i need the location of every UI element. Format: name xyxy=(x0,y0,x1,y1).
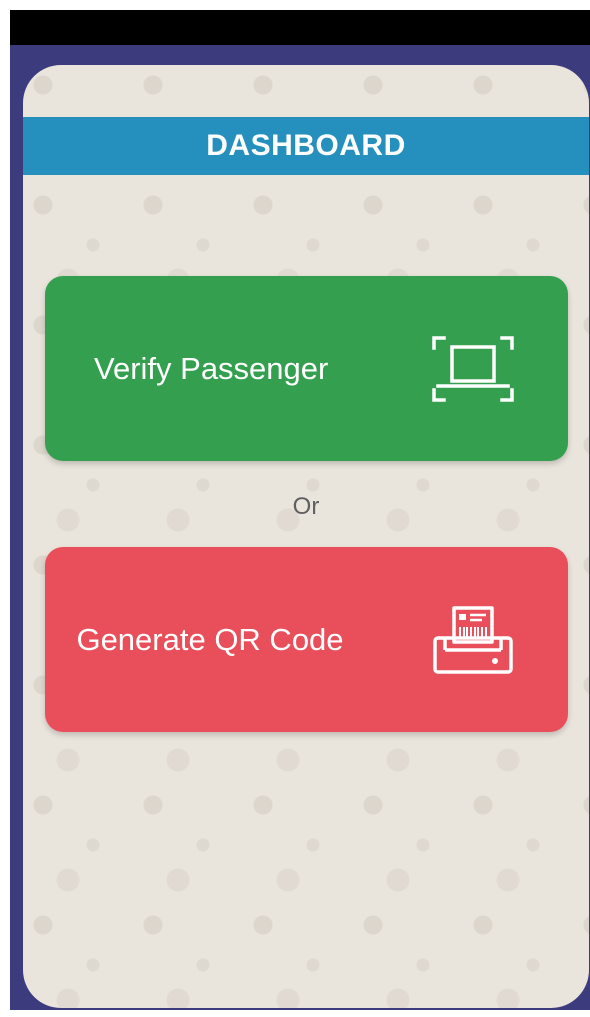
verify-passenger-label: Verify Passenger xyxy=(94,350,329,386)
scan-frame-icon xyxy=(432,335,514,402)
generate-qr-code-button[interactable]: Generate QR Code xyxy=(45,547,568,732)
phone-frame: DASHBOARD Verify Passenger Or Generate Q… xyxy=(10,10,590,1010)
verify-passenger-button[interactable]: Verify Passenger xyxy=(45,276,568,461)
page-title: DASHBOARD xyxy=(206,129,406,162)
dashboard-card: DASHBOARD Verify Passenger Or Generate Q… xyxy=(23,65,589,1008)
header-bar: DASHBOARD xyxy=(23,117,589,175)
status-bar xyxy=(10,10,590,45)
or-separator: Or xyxy=(292,493,320,520)
printer-ticket-icon xyxy=(433,605,513,674)
generate-qr-code-label: Generate QR Code xyxy=(76,621,344,657)
